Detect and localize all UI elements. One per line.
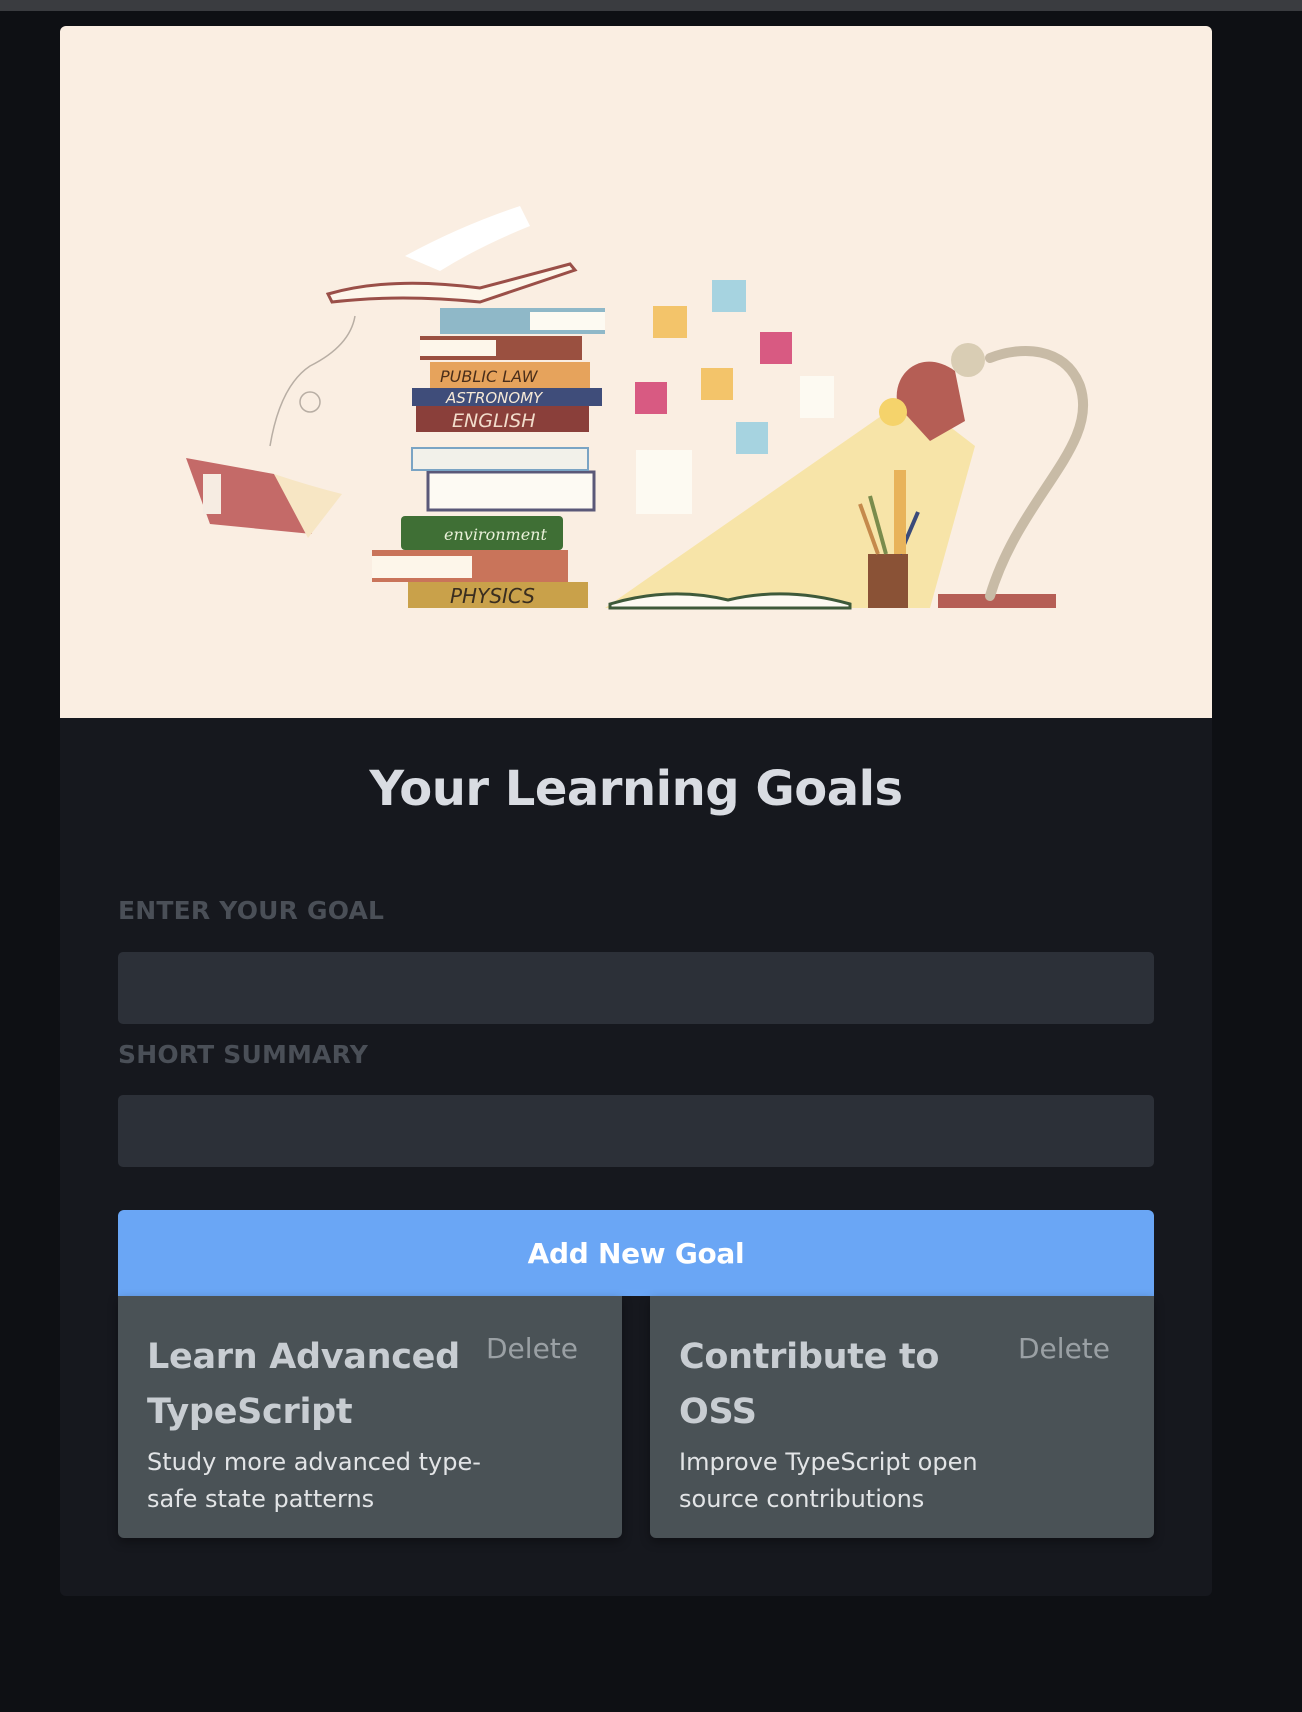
goal-field-label: ENTER YOUR GOAL xyxy=(118,896,385,925)
delete-goal-button[interactable]: Delete xyxy=(1018,1332,1110,1365)
hero-illustration: PHYSICS environment ENGLISH ASTRONOMY PU… xyxy=(60,26,1212,718)
goal-summary: Study more advanced type-safe state patt… xyxy=(147,1448,481,1513)
summary-input[interactable] xyxy=(118,1095,1154,1167)
study-illustration: PHYSICS environment ENGLISH ASTRONOMY PU… xyxy=(186,206,1089,610)
spine-public-law: PUBLIC LAW xyxy=(440,367,539,386)
goal-summary: Improve TypeScript open source contribut… xyxy=(679,1448,978,1513)
spine-english: ENGLISH xyxy=(452,410,535,432)
spine-environment: environment xyxy=(444,525,547,544)
spine-astronomy: ASTRONOMY xyxy=(445,389,544,407)
goal-card: Contribute to OSS Improve TypeScript ope… xyxy=(650,1296,1154,1538)
lamp-base xyxy=(938,594,1056,608)
delete-goal-button[interactable]: Delete xyxy=(486,1332,578,1365)
lamp-arm xyxy=(985,346,1089,601)
pencil-cup xyxy=(868,554,908,608)
summary-field-label: SHORT SUMMARY xyxy=(118,1040,369,1069)
add-goal-button[interactable]: Add New Goal xyxy=(118,1210,1154,1296)
spine-physics: PHYSICS xyxy=(450,584,535,608)
goal-title: Learn Advanced TypeScript xyxy=(147,1337,460,1432)
goal-title: Contribute to OSS xyxy=(679,1337,940,1432)
browser-top-bar xyxy=(0,0,1302,11)
top-book xyxy=(325,262,578,304)
lamp-bulb xyxy=(879,398,907,426)
goal-input[interactable] xyxy=(118,952,1154,1024)
page-title: Your Learning Goals xyxy=(369,761,903,817)
goal-card: Learn Advanced TypeScript Study more adv… xyxy=(118,1296,622,1538)
lamp-joint xyxy=(951,343,985,377)
goals-card: PHYSICS environment ENGLISH ASTRONOMY PU… xyxy=(60,26,1212,1596)
